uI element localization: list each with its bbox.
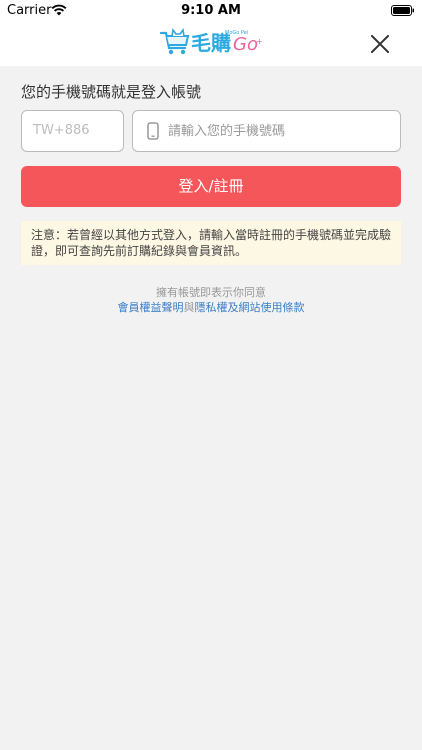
battery-icon [391, 5, 414, 16]
svg-text:Go: Go [233, 34, 258, 55]
terms-lead: 擁有帳號即表示你同意 [156, 286, 266, 299]
logo: 毛購 Go MoGo Pei + [159, 28, 263, 55]
mobile-phone-icon [147, 122, 159, 140]
login-panel: 您的手機號碼就是登入帳號 TW+886 登入/註冊 注意：若曾經以其他方式登入，… [0, 66, 422, 750]
terms-connector: 與 [183, 301, 195, 314]
country-code-selector[interactable]: TW+886 [21, 110, 124, 152]
login-prompt: 您的手機號碼就是登入帳號 [21, 83, 202, 101]
svg-text:+: + [256, 37, 263, 46]
terms-links: 會員權益聲明與隱私權及網站使用條款 [0, 299, 422, 315]
status-bar: Carrier 9:10 AM [0, 0, 422, 22]
clock: 9:10 AM [181, 3, 241, 18]
logo-subtitle: MoGo Pei [225, 30, 248, 36]
membership-terms-link[interactable]: 會員權益聲明 [118, 301, 184, 314]
phone-input[interactable] [168, 111, 393, 151]
phone-field[interactable] [132, 110, 401, 152]
nav-bar: 毛購 Go MoGo Pei + [0, 22, 422, 66]
login-register-button[interactable]: 登入/註冊 [21, 166, 401, 207]
notice-box: 注意：若曾經以其他方式登入，請輸入當時註冊的手機號碼並完成驗證，即可查詢先前訂購… [21, 221, 401, 265]
privacy-terms-link[interactable]: 隱私權及網站使用條款 [195, 301, 305, 314]
close-icon[interactable] [366, 30, 394, 58]
